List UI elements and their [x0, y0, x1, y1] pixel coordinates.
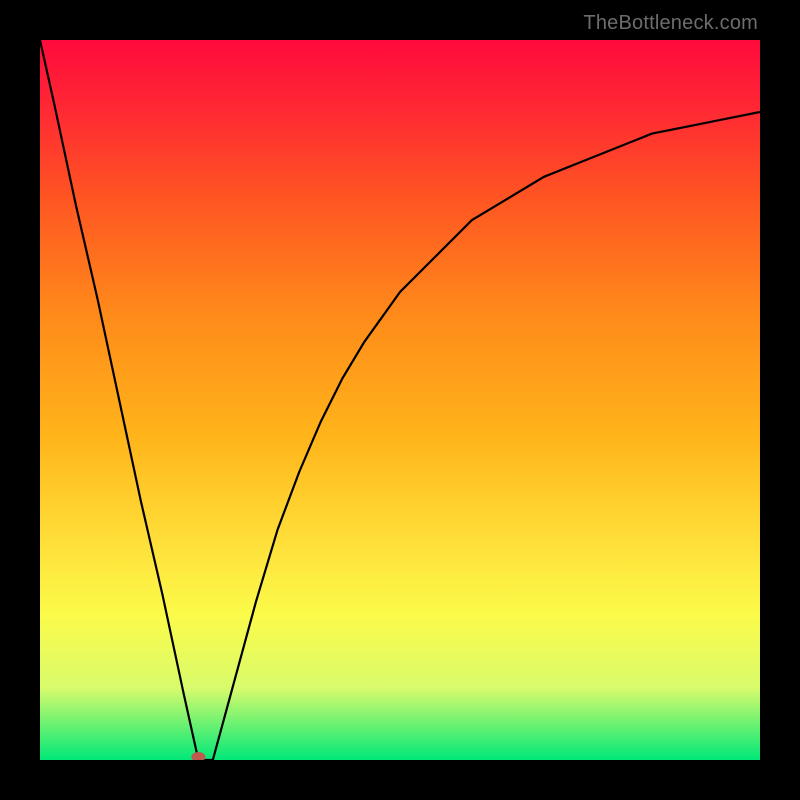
- bottleneck-curve: [40, 40, 760, 760]
- watermark-text: TheBottleneck.com: [583, 12, 758, 35]
- chart-frame: TheBottleneck.com: [0, 0, 800, 800]
- plot-area: [40, 40, 760, 760]
- chart-svg: [40, 40, 760, 760]
- optimal-point-marker: [191, 752, 205, 760]
